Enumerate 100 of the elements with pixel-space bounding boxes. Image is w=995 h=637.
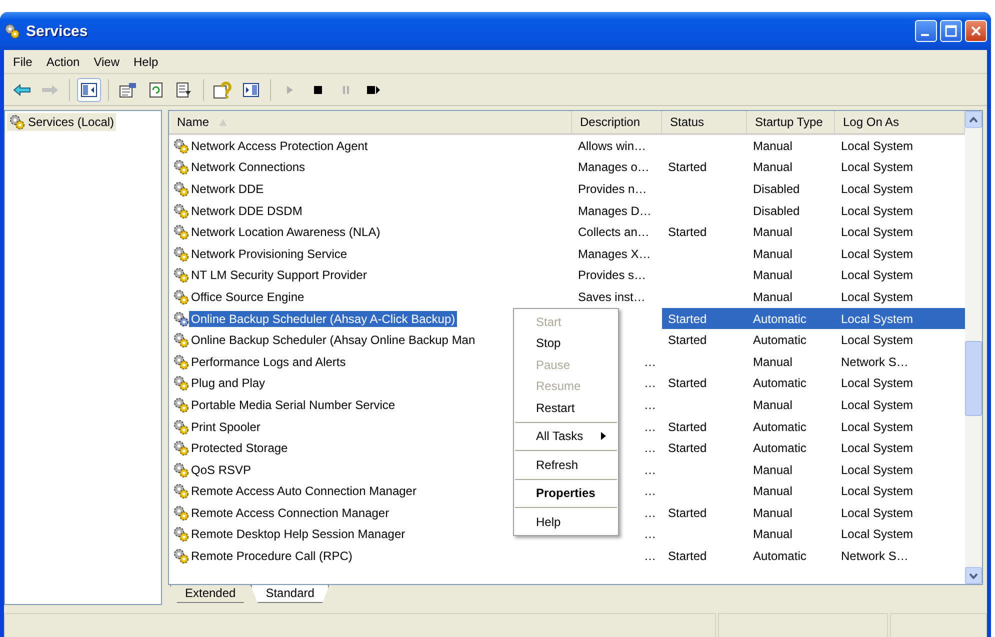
log-on-cell: Local System: [841, 333, 914, 348]
status-cell: Started: [668, 376, 707, 390]
log-on-cell: Local System: [841, 160, 914, 174]
log-on-cell: Network S…: [841, 549, 908, 564]
service-name[interactable]: Remote Procedure Call (RPC): [189, 548, 354, 564]
menu-item[interactable]: View: [86, 52, 126, 70]
status-cell: Started: [668, 225, 707, 240]
gears-icon: [173, 224, 189, 240]
minimize-button[interactable]: [915, 20, 937, 42]
service-name[interactable]: Office Source Engine: [189, 288, 306, 305]
description-cell: …: [644, 506, 656, 520]
service-name[interactable]: Network Connections: [189, 159, 308, 176]
service-name[interactable]: Performance Logs and Alerts: [189, 354, 348, 370]
startup-type-cell: Manual: [753, 268, 792, 282]
gears-icon: [173, 396, 189, 413]
service-name[interactable]: Remote Access Connection Manager: [189, 504, 392, 521]
log-on-cell: Network S…: [841, 354, 908, 369]
service-name[interactable]: NT LM Security Support Provider: [189, 267, 369, 284]
description-cell: Collects an…: [578, 225, 650, 240]
column-header[interactable]: Description: [572, 111, 662, 133]
menu-item[interactable]: File: [6, 52, 40, 70]
log-on-cell: Local System: [841, 398, 914, 412]
description-cell: …: [644, 398, 656, 412]
description-cell: …: [644, 484, 656, 498]
startup-type-cell: Manual: [753, 484, 792, 498]
gears-icon: [173, 180, 189, 197]
column-header[interactable]: Name: [169, 111, 572, 133]
service-name[interactable]: Print Spooler: [189, 418, 262, 435]
close-button[interactable]: [965, 20, 987, 42]
scroll-thumb[interactable]: [965, 341, 982, 416]
status-cell: Started: [668, 441, 707, 456]
context-menu-item[interactable]: Stop: [514, 332, 618, 354]
service-name[interactable]: Protected Storage: [189, 440, 290, 456]
menu-item[interactable]: Action: [39, 52, 87, 70]
scroll-down-button[interactable]: [965, 567, 982, 584]
service-name[interactable]: Portable Media Serial Number Service: [189, 396, 398, 413]
log-on-cell: Local System: [841, 312, 914, 326]
description-cell: …: [644, 420, 656, 434]
service-name[interactable]: Network Provisioning Service: [189, 246, 350, 262]
caret-down-icon: [969, 572, 978, 578]
description-cell: …: [644, 354, 656, 369]
startup-type-cell: Manual: [753, 225, 792, 240]
gears-icon: [173, 288, 189, 305]
panel-toggle-icon[interactable]: [77, 78, 101, 102]
context-menu-item[interactable]: All Tasks: [514, 426, 618, 447]
description-cell: Manages o…: [578, 160, 650, 174]
column-header[interactable]: Startup Type: [747, 111, 835, 133]
context-menu-item[interactable]: Help: [514, 511, 618, 532]
log-on-cell: Local System: [841, 376, 914, 390]
gears-icon: [173, 483, 189, 500]
log-on-cell: Local System: [841, 290, 914, 304]
service-name[interactable]: Network Location Awareness (NLA): [189, 224, 382, 240]
startup-type-cell: Automatic: [753, 312, 806, 326]
gears-icon: [173, 202, 189, 219]
log-on-cell: Local System: [841, 268, 914, 282]
status-cell: Started: [668, 549, 707, 564]
startup-type-cell: Manual: [753, 398, 792, 412]
scroll-up-button[interactable]: [965, 111, 982, 128]
service-name[interactable]: Plug and Play: [189, 375, 268, 392]
context-menu-item[interactable]: Refresh: [514, 454, 618, 476]
gears-icon: [173, 375, 189, 392]
description-cell: …: [644, 462, 656, 477]
status-cell: Started: [668, 312, 707, 326]
service-name[interactable]: Network DDE: [189, 180, 266, 197]
startup-type-cell: Manual: [753, 354, 792, 369]
scrollbar[interactable]: [965, 111, 982, 584]
service-name[interactable]: Network Access Protection Agent: [189, 138, 370, 154]
log-on-cell: Local System: [841, 527, 914, 542]
view-tab[interactable]: Extended: [170, 585, 251, 603]
service-name[interactable]: Online Backup Scheduler (Ahsay A-Click Backup): [189, 310, 458, 327]
description-cell: …: [644, 527, 656, 542]
submenu-arrow-icon: [601, 432, 606, 440]
gears-icon: [173, 548, 189, 564]
service-name[interactable]: Remote Access Auto Connection Manager: [189, 483, 418, 500]
service-name[interactable]: Network DDE DSDM: [189, 202, 304, 219]
service-name[interactable]: QoS RSVP: [189, 462, 254, 478]
description-cell: Manages X…: [578, 246, 651, 261]
context-menu-item[interactable]: Restart: [514, 397, 618, 418]
service-name[interactable]: Remote Desktop Help Session Manager: [189, 526, 408, 542]
description-cell: Saves inst…: [578, 290, 646, 304]
maximize-button[interactable]: [940, 20, 962, 42]
startup-type-cell: Manual: [753, 246, 792, 261]
gears-icon: [173, 267, 189, 284]
startup-type-cell: Manual: [753, 138, 792, 153]
description-cell: Provides s…: [578, 268, 646, 282]
startup-type-cell: Manual: [753, 290, 792, 304]
log-on-cell: Local System: [841, 204, 914, 218]
startup-type-cell: Automatic: [753, 420, 806, 434]
menu-item[interactable]: Help: [126, 52, 166, 70]
context-menu-item[interactable]: Properties: [514, 482, 618, 504]
tree-item[interactable]: Services (Local): [7, 113, 116, 131]
service-name[interactable]: Online Backup Scheduler (Ahsay Online Backup Man: [189, 332, 478, 348]
description-cell: …: [644, 549, 656, 564]
startup-type-cell: Manual: [753, 160, 792, 174]
log-on-cell: Local System: [841, 246, 914, 261]
description-cell: …: [644, 441, 656, 456]
startup-type-cell: Manual: [753, 506, 792, 520]
view-tab[interactable]: Standard: [250, 585, 330, 603]
column-header[interactable]: Status: [662, 111, 747, 133]
startup-type-cell: Automatic: [753, 333, 806, 348]
